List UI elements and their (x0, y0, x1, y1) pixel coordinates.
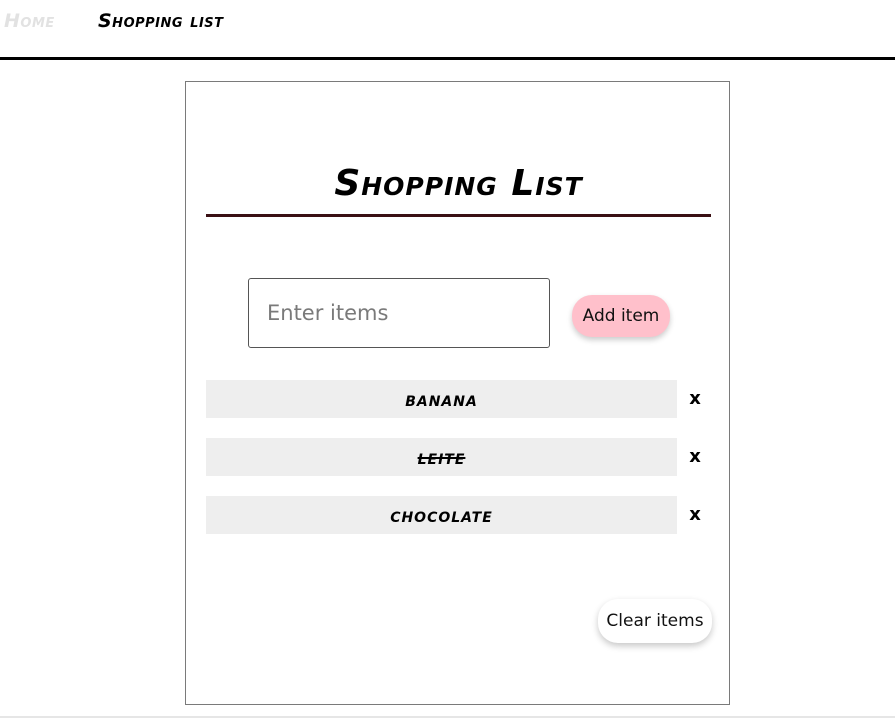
remove-item-button[interactable]: x (684, 438, 706, 476)
page-title: Shopping List (334, 163, 583, 204)
item-label: banana (405, 387, 478, 411)
remove-item-button[interactable]: x (684, 380, 706, 418)
item-toggle[interactable]: banana (206, 380, 677, 418)
item-toggle[interactable]: leite (206, 438, 677, 476)
list-item: chocolate x (206, 496, 711, 534)
item-label: leite (417, 445, 466, 469)
top-nav: Home Shopping list (0, 0, 895, 60)
shopping-list-card: Shopping List Add item banana x leite x … (185, 81, 730, 705)
item-label: chocolate (390, 503, 493, 527)
clear-items-button[interactable]: Clear items (598, 599, 712, 643)
item-list: banana x leite x chocolate x (206, 380, 711, 554)
add-item-button[interactable]: Add item (572, 295, 670, 337)
list-item: banana x (206, 380, 711, 418)
remove-item-button[interactable]: x (684, 496, 706, 534)
nav-link-home[interactable]: Home (4, 10, 55, 32)
nav-link-shopping-list[interactable]: Shopping list (98, 10, 224, 32)
list-item: leite x (206, 438, 711, 476)
item-toggle[interactable]: chocolate (206, 496, 677, 534)
item-input[interactable] (248, 278, 550, 348)
title-underline (206, 214, 711, 217)
